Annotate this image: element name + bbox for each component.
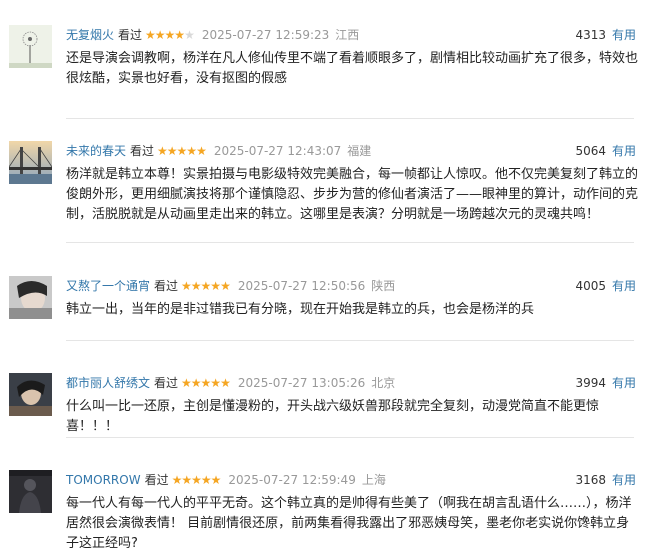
useful-button[interactable]: 有用: [612, 279, 636, 293]
dandelion-avatar-icon[interactable]: [9, 25, 52, 68]
vote-count: 3168: [575, 473, 606, 487]
divider: [66, 340, 634, 341]
rating-stars: ★★★★★: [181, 376, 231, 390]
review-location: 上海: [361, 473, 386, 487]
divider: [66, 242, 634, 243]
watched-label: 看过: [144, 473, 169, 487]
vote-area: 5064 有用: [575, 141, 636, 161]
rating-stars: ★★★★★: [181, 279, 231, 293]
review-text: 每一代人有每一代人的平平无奇。这个韩立真的是帅得有些美了（啊我在胡言乱语什么………: [66, 496, 632, 551]
review-time: 2025-07-27 12:59:49: [228, 473, 356, 487]
dark-figure-avatar-icon[interactable]: [9, 470, 52, 513]
review-text: 韩立一出，当年的是非过错我已有分晓，现在开始我是韩立的兵，也会是杨洋的兵: [66, 302, 535, 317]
useful-button[interactable]: 有用: [612, 28, 636, 42]
username-link[interactable]: 都市丽人舒绣文: [66, 376, 150, 390]
bridge-avatar-icon[interactable]: [9, 141, 52, 184]
vote-count: 4313: [575, 28, 606, 42]
useful-button[interactable]: 有用: [612, 376, 636, 390]
watched-label: 看过: [130, 144, 155, 158]
portrait-avatar-icon[interactable]: [9, 276, 52, 319]
review-location: 江西: [335, 28, 360, 42]
divider: [66, 118, 634, 119]
portrait-avatar-icon[interactable]: [9, 373, 52, 416]
watched-label: 看过: [154, 279, 179, 293]
review-location: 福建: [347, 144, 372, 158]
vote-area: 4005 有用: [575, 276, 636, 296]
review-text: 还是导演会调教啊，杨洋在凡人修仙传里不端了看着顺眼多了，剧情相比较动画扩充了很多…: [66, 51, 639, 86]
vote-area: 4313 有用: [575, 25, 636, 45]
review-location: 陕西: [371, 279, 396, 293]
rating-stars: ★★★★★: [145, 28, 195, 42]
useful-button[interactable]: 有用: [612, 473, 636, 487]
rating-stars: ★★★★★: [171, 473, 222, 487]
review-text: 什么叫一比一还原，主创是懂漫粉的，开头战六级妖兽那段就完全复刻，动漫党简直不能更…: [66, 399, 600, 434]
vote-count: 5064: [575, 144, 606, 158]
watched-label: 看过: [118, 28, 143, 42]
vote-count: 3994: [575, 376, 606, 390]
vote-area: 3994 有用: [575, 373, 636, 393]
review-time: 2025-07-27 12:59:23: [201, 28, 330, 42]
review-text: 杨洋就是韩立本尊！实景拍摄与电影级特效完美融合，每一帧都让人惊叹。他不仅完美复刻…: [66, 167, 639, 222]
username-link[interactable]: 未来的春天: [66, 144, 126, 158]
review-time: 2025-07-27 12:50:56: [237, 279, 366, 293]
review-time: 2025-07-27 13:05:26: [237, 376, 366, 390]
username-link[interactable]: 无复烟火: [66, 28, 114, 42]
watched-label: 看过: [154, 376, 179, 390]
divider: [66, 437, 634, 438]
review-location: 北京: [371, 376, 396, 390]
vote-area: 3168 有用: [575, 470, 636, 490]
username-link[interactable]: TOMORROW: [66, 473, 141, 487]
rating-stars: ★★★★★: [157, 144, 207, 158]
vote-count: 4005: [575, 279, 606, 293]
username-link[interactable]: 又熬了一个通宵: [66, 279, 150, 293]
review-time: 2025-07-27 12:43:07: [213, 144, 342, 158]
useful-button[interactable]: 有用: [612, 144, 636, 158]
